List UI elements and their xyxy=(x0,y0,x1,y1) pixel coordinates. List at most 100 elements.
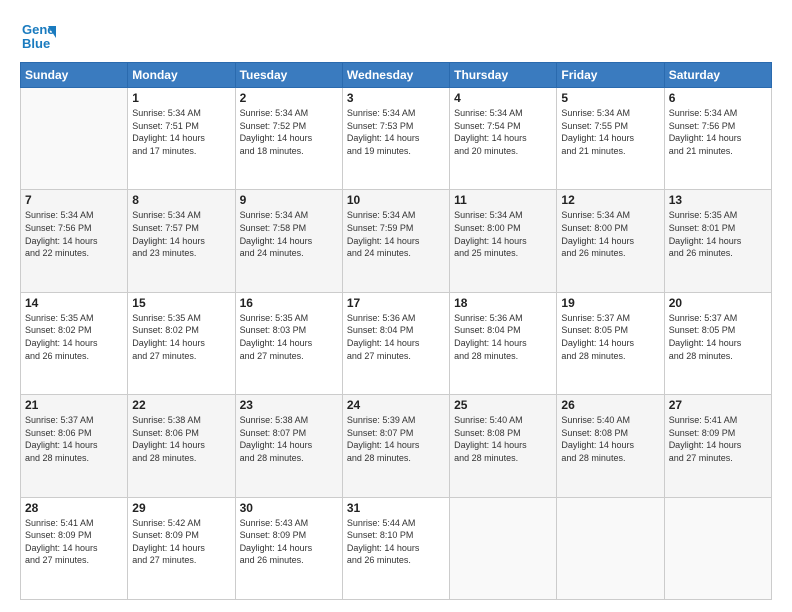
calendar-cell: 5Sunrise: 5:34 AM Sunset: 7:55 PM Daylig… xyxy=(557,88,664,190)
calendar-cell: 26 Sunrise: 5:40 AM Sunset: 8:08 PM Dayli… xyxy=(557,395,664,497)
cell-info: Sunrise: 5:34 AM Sunset: 7:56 PM Dayligh… xyxy=(25,209,123,259)
cell-info: Sunrise: 5:38 AM Sunset: 8:07 PM Dayligh… xyxy=(240,414,338,464)
day-number: 26 xyxy=(561,398,659,412)
calendar-cell: 3 Sunrise: 5:34 AM Sunset: 7:53 PM Daylig… xyxy=(342,88,449,190)
weekday-header-wednesday: Wednesday xyxy=(342,63,449,88)
cell-info: Sunrise: 5:34 AM Sunset: 7:58 PM Dayligh… xyxy=(240,209,338,259)
cell-info: Sunrise: 5:34 AM Sunset: 7:56 PM Dayligh… xyxy=(669,107,767,157)
cell-info: Sunrise: 5:35 AM Sunset: 8:01 PM Dayligh… xyxy=(669,209,767,259)
calendar-cell: 19Sunrise: 5:37 AM Sunset: 8:05 PM Dayli… xyxy=(557,292,664,394)
calendar-cell: 30 Sunrise: 5:43 AM Sunset: 8:09 PM Dayli… xyxy=(235,497,342,599)
day-number: 20 xyxy=(669,296,767,310)
day-number: 10 xyxy=(347,193,445,207)
weekday-header-monday: Monday xyxy=(128,63,235,88)
cell-info: Sunrise: 5:35 AM Sunset: 8:02 PM Dayligh… xyxy=(25,312,123,362)
calendar-cell: 29 Sunrise: 5:42 AM Sunset: 8:09 PM Dayli… xyxy=(128,497,235,599)
calendar-cell: 14 Sunrise: 5:35 AM Sunset: 8:02 PM Dayli… xyxy=(21,292,128,394)
calendar-cell: 23 Sunrise: 5:38 AM Sunset: 8:07 PM Dayli… xyxy=(235,395,342,497)
calendar-cell: 27 Sunrise: 5:41 AM Sunset: 8:09 PM Dayli… xyxy=(664,395,771,497)
cell-info: Sunrise: 5:40 AM Sunset: 8:08 PM Dayligh… xyxy=(561,414,659,464)
day-number: 13 xyxy=(669,193,767,207)
calendar-cell xyxy=(21,88,128,190)
cell-info: Sunrise: 5:36 AM Sunset: 8:04 PM Dayligh… xyxy=(454,312,552,362)
weekday-header-tuesday: Tuesday xyxy=(235,63,342,88)
day-number: 17 xyxy=(347,296,445,310)
calendar-cell: 24 Sunrise: 5:39 AM Sunset: 8:07 PM Dayli… xyxy=(342,395,449,497)
calendar-cell: 18 Sunrise: 5:36 AM Sunset: 8:04 PM Dayli… xyxy=(450,292,557,394)
cell-info: Sunrise: 5:34 AM Sunset: 7:57 PM Dayligh… xyxy=(132,209,230,259)
calendar-cell: 8 Sunrise: 5:34 AM Sunset: 7:57 PM Daylig… xyxy=(128,190,235,292)
calendar-cell: 4 Sunrise: 5:34 AM Sunset: 7:54 PM Daylig… xyxy=(450,88,557,190)
day-number: 6 xyxy=(669,91,767,105)
calendar-table: SundayMondayTuesdayWednesdayThursdayFrid… xyxy=(20,62,772,600)
calendar-week-row-5: 28Sunrise: 5:41 AM Sunset: 8:09 PM Dayli… xyxy=(21,497,772,599)
cell-info: Sunrise: 5:38 AM Sunset: 8:06 PM Dayligh… xyxy=(132,414,230,464)
day-number: 18 xyxy=(454,296,552,310)
calendar-cell: 20Sunrise: 5:37 AM Sunset: 8:05 PM Dayli… xyxy=(664,292,771,394)
cell-info: Sunrise: 5:44 AM Sunset: 8:10 PM Dayligh… xyxy=(347,517,445,567)
cell-info: Sunrise: 5:39 AM Sunset: 8:07 PM Dayligh… xyxy=(347,414,445,464)
header: General Blue xyxy=(20,18,772,54)
cell-info: Sunrise: 5:42 AM Sunset: 8:09 PM Dayligh… xyxy=(132,517,230,567)
day-number: 2 xyxy=(240,91,338,105)
calendar-cell xyxy=(557,497,664,599)
cell-info: Sunrise: 5:34 AM Sunset: 7:53 PM Dayligh… xyxy=(347,107,445,157)
day-number: 16 xyxy=(240,296,338,310)
day-number: 11 xyxy=(454,193,552,207)
calendar-cell: 9 Sunrise: 5:34 AM Sunset: 7:58 PM Daylig… xyxy=(235,190,342,292)
logo-icon: General Blue xyxy=(20,18,56,54)
day-number: 22 xyxy=(132,398,230,412)
day-number: 12 xyxy=(561,193,659,207)
cell-info: Sunrise: 5:34 AM Sunset: 7:59 PM Dayligh… xyxy=(347,209,445,259)
day-number: 7 xyxy=(25,193,123,207)
cell-info: Sunrise: 5:34 AM Sunset: 8:00 PM Dayligh… xyxy=(454,209,552,259)
day-number: 3 xyxy=(347,91,445,105)
day-number: 23 xyxy=(240,398,338,412)
cell-info: Sunrise: 5:37 AM Sunset: 8:06 PM Dayligh… xyxy=(25,414,123,464)
calendar-cell xyxy=(450,497,557,599)
day-number: 29 xyxy=(132,501,230,515)
logo: General Blue xyxy=(20,18,56,54)
calendar-cell: 11 Sunrise: 5:34 AM Sunset: 8:00 PM Dayli… xyxy=(450,190,557,292)
day-number: 14 xyxy=(25,296,123,310)
cell-info: Sunrise: 5:34 AM Sunset: 8:00 PM Dayligh… xyxy=(561,209,659,259)
calendar-cell: 25Sunrise: 5:40 AM Sunset: 8:08 PM Dayli… xyxy=(450,395,557,497)
day-number: 9 xyxy=(240,193,338,207)
day-number: 28 xyxy=(25,501,123,515)
weekday-header-row: SundayMondayTuesdayWednesdayThursdayFrid… xyxy=(21,63,772,88)
cell-info: Sunrise: 5:34 AM Sunset: 7:51 PM Dayligh… xyxy=(132,107,230,157)
calendar-cell: 16 Sunrise: 5:35 AM Sunset: 8:03 PM Dayli… xyxy=(235,292,342,394)
calendar-cell xyxy=(664,497,771,599)
cell-info: Sunrise: 5:40 AM Sunset: 8:08 PM Dayligh… xyxy=(454,414,552,464)
weekday-header-sunday: Sunday xyxy=(21,63,128,88)
calendar-cell: 21 Sunrise: 5:37 AM Sunset: 8:06 PM Dayli… xyxy=(21,395,128,497)
day-number: 4 xyxy=(454,91,552,105)
calendar-week-row-4: 21 Sunrise: 5:37 AM Sunset: 8:06 PM Dayli… xyxy=(21,395,772,497)
day-number: 8 xyxy=(132,193,230,207)
svg-text:Blue: Blue xyxy=(22,36,50,51)
page: General Blue SundayMondayTuesdayWednesda… xyxy=(0,0,792,612)
calendar-week-row-1: 1Sunrise: 5:34 AM Sunset: 7:51 PM Daylig… xyxy=(21,88,772,190)
day-number: 30 xyxy=(240,501,338,515)
calendar-cell: 13 Sunrise: 5:35 AM Sunset: 8:01 PM Dayli… xyxy=(664,190,771,292)
cell-info: Sunrise: 5:35 AM Sunset: 8:03 PM Dayligh… xyxy=(240,312,338,362)
calendar-cell: 22 Sunrise: 5:38 AM Sunset: 8:06 PM Dayli… xyxy=(128,395,235,497)
calendar-cell: 2Sunrise: 5:34 AM Sunset: 7:52 PM Daylig… xyxy=(235,88,342,190)
calendar-cell: 6 Sunrise: 5:34 AM Sunset: 7:56 PM Daylig… xyxy=(664,88,771,190)
day-number: 24 xyxy=(347,398,445,412)
day-number: 21 xyxy=(25,398,123,412)
calendar-cell: 10 Sunrise: 5:34 AM Sunset: 7:59 PM Dayli… xyxy=(342,190,449,292)
calendar-week-row-2: 7 Sunrise: 5:34 AM Sunset: 7:56 PM Daylig… xyxy=(21,190,772,292)
cell-info: Sunrise: 5:43 AM Sunset: 8:09 PM Dayligh… xyxy=(240,517,338,567)
cell-info: Sunrise: 5:41 AM Sunset: 8:09 PM Dayligh… xyxy=(669,414,767,464)
weekday-header-saturday: Saturday xyxy=(664,63,771,88)
calendar-cell: 12 Sunrise: 5:34 AM Sunset: 8:00 PM Dayli… xyxy=(557,190,664,292)
calendar-week-row-3: 14 Sunrise: 5:35 AM Sunset: 8:02 PM Dayli… xyxy=(21,292,772,394)
day-number: 27 xyxy=(669,398,767,412)
cell-info: Sunrise: 5:37 AM Sunset: 8:05 PM Dayligh… xyxy=(561,312,659,362)
calendar-cell: 15Sunrise: 5:35 AM Sunset: 8:02 PM Dayli… xyxy=(128,292,235,394)
calendar-cell: 7 Sunrise: 5:34 AM Sunset: 7:56 PM Daylig… xyxy=(21,190,128,292)
cell-info: Sunrise: 5:34 AM Sunset: 7:54 PM Dayligh… xyxy=(454,107,552,157)
cell-info: Sunrise: 5:36 AM Sunset: 8:04 PM Dayligh… xyxy=(347,312,445,362)
day-number: 31 xyxy=(347,501,445,515)
